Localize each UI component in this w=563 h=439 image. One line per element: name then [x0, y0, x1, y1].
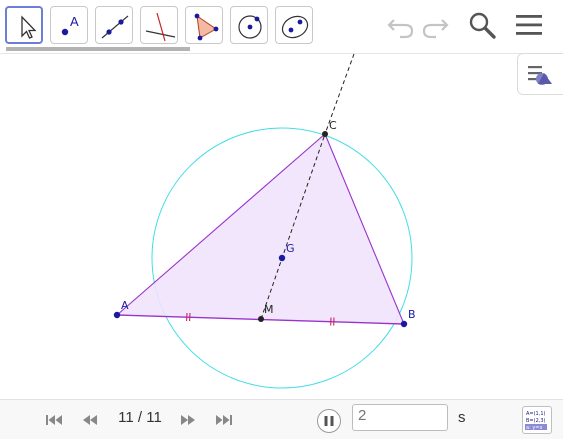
triangle-abc[interactable]	[117, 134, 404, 324]
polygon-tool[interactable]	[185, 6, 223, 44]
label-a: A	[121, 299, 129, 312]
step-back-button[interactable]	[80, 412, 100, 428]
toolbar-scroll-indicator	[6, 47, 190, 51]
menu-icon	[512, 8, 546, 42]
search-button[interactable]	[465, 8, 499, 42]
speed-input[interactable]: 2	[352, 404, 448, 431]
style-bar-toggle[interactable]	[517, 53, 563, 95]
step-forward-button[interactable]	[178, 412, 198, 428]
redo-button[interactable]	[418, 8, 452, 42]
line-icon	[96, 7, 134, 45]
algebra-line-2: B=(2,3)	[526, 418, 546, 424]
step-forward-icon	[178, 412, 198, 428]
label-b: B	[408, 308, 416, 321]
step-counter: 11 / 11	[112, 409, 168, 426]
polygon-icon	[186, 7, 224, 45]
search-icon	[465, 8, 499, 42]
circle-icon	[231, 7, 269, 45]
step-back-icon	[80, 412, 100, 428]
skip-to-start-button[interactable]	[44, 412, 64, 428]
point-a[interactable]	[114, 312, 120, 318]
algebra-line-3: a: y=x	[526, 425, 542, 431]
circle-tool[interactable]	[230, 6, 268, 44]
label-m: M	[264, 303, 274, 316]
algebra-view-button[interactable]: A=(1,1) B=(2,3) a: y=x	[522, 406, 552, 434]
point-c[interactable]	[322, 131, 328, 137]
speed-unit-label: s	[458, 409, 466, 426]
redo-icon	[418, 8, 452, 42]
algebra-view-icon: A=(1,1) B=(2,3) a: y=x	[523, 407, 551, 433]
pause-button[interactable]	[317, 409, 341, 433]
algebra-line-1: A=(1,1)	[526, 411, 546, 417]
point-g[interactable]	[279, 255, 285, 261]
point-tool[interactable]: A	[50, 6, 88, 44]
label-g: G	[286, 242, 295, 255]
toolbar: A	[0, 0, 563, 52]
label-c: C	[329, 119, 337, 132]
conic-tool[interactable]	[275, 6, 313, 44]
graphics-view[interactable]: A B C M G	[0, 53, 563, 400]
style-bar-icon	[518, 54, 563, 96]
move-tool[interactable]	[5, 6, 43, 44]
point-tool-glyph: A	[70, 14, 79, 29]
pause-icon	[318, 410, 340, 432]
cursor-arrow-icon	[7, 8, 45, 46]
playback-bar: 11 / 11 2 s A=(1,1) B=(2,3) a: y=x	[0, 399, 563, 439]
skip-to-end-button[interactable]	[214, 412, 234, 428]
perpendicular-line-tool[interactable]	[140, 6, 178, 44]
line-tool[interactable]	[95, 6, 133, 44]
perpendicular-line-icon	[141, 7, 179, 45]
undo-button[interactable]	[384, 8, 418, 42]
undo-icon	[384, 8, 418, 42]
point-m[interactable]	[258, 316, 264, 322]
point-b[interactable]	[401, 321, 407, 327]
skip-to-end-icon	[214, 412, 234, 428]
skip-to-start-icon	[44, 412, 64, 428]
point-icon: A	[51, 7, 89, 45]
conic-icon	[276, 7, 314, 45]
menu-button[interactable]	[512, 8, 546, 42]
